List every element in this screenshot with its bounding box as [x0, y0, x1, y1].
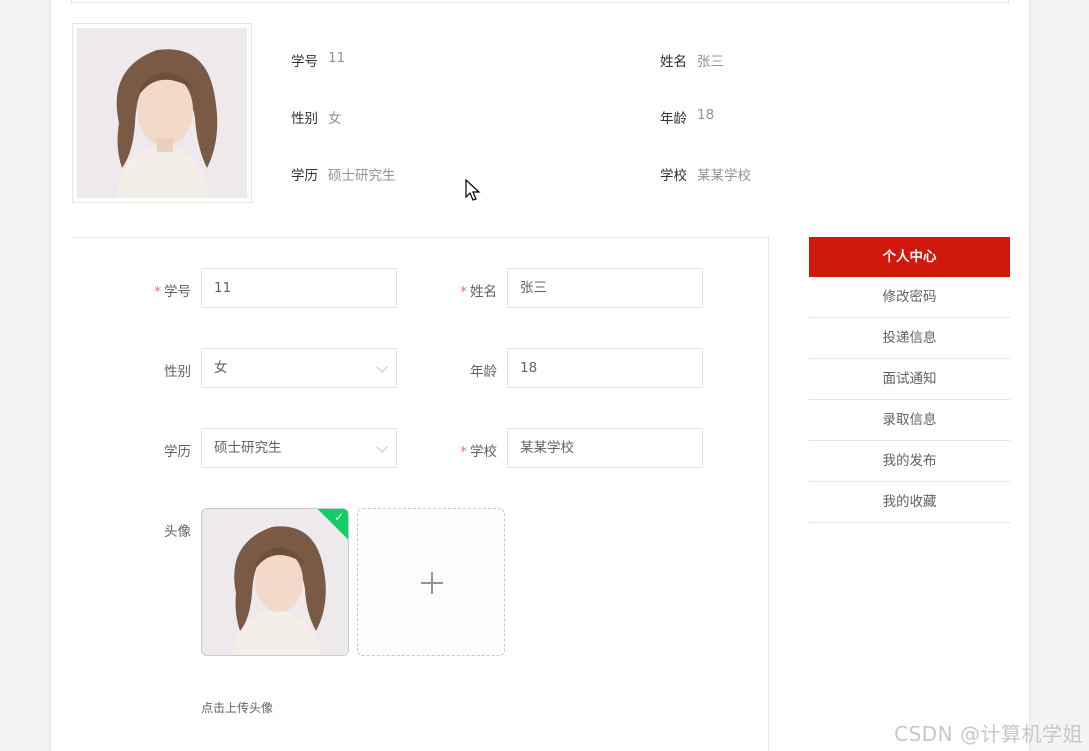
- avatar-label: 头像: [101, 520, 191, 540]
- profile-form: * 学号 11 * 姓名 张三 性别 女 年龄 18 学历 硕士研究生 * 学校…: [71, 237, 769, 751]
- info-value: 某某学校: [697, 168, 751, 184]
- education-select[interactable]: 硕士研究生: [201, 428, 397, 468]
- info-gender: 性别 女: [291, 107, 342, 127]
- info-label: 学校: [660, 168, 687, 184]
- required-mark: *: [460, 284, 467, 300]
- upload-tip: 点击上传头像: [201, 701, 274, 715]
- label-text: 学历: [164, 444, 191, 460]
- info-label: 学历: [291, 168, 318, 184]
- select-value: 硕士研究生: [214, 440, 282, 456]
- name-label: * 姓名: [407, 280, 497, 300]
- input-value: 张三: [520, 280, 547, 296]
- required-mark: *: [460, 444, 467, 460]
- profile-photo-frame: [72, 23, 252, 203]
- info-label: 性别: [291, 111, 318, 127]
- info-label: 姓名: [660, 54, 687, 70]
- profile-photo: [77, 28, 247, 198]
- uploaded-avatar[interactable]: ✓: [201, 508, 349, 656]
- chevron-down-icon: [376, 441, 388, 453]
- menu-item-change-password[interactable]: 修改密码: [809, 277, 1010, 318]
- required-mark: *: [154, 284, 161, 300]
- info-student-id: 学号 11: [291, 50, 345, 70]
- menu-item-applications[interactable]: 投递信息: [809, 318, 1010, 359]
- info-label: 学号: [291, 54, 318, 70]
- info-school: 学校 某某学校: [660, 164, 751, 184]
- label-text: 学校: [470, 444, 497, 460]
- top-divider: [71, 0, 1009, 3]
- student-id-label: * 学号: [101, 280, 191, 300]
- gender-select[interactable]: 女: [201, 348, 397, 388]
- menu-item-my-posts[interactable]: 我的发布: [809, 441, 1010, 482]
- label-text: 学号: [164, 284, 191, 300]
- mouse-cursor-icon: [465, 179, 481, 201]
- info-value: 张三: [697, 54, 724, 70]
- age-label: 年龄: [407, 360, 497, 380]
- school-label: * 学校: [407, 440, 497, 460]
- menu-item-personal-center[interactable]: 个人中心: [809, 237, 1010, 277]
- education-label: 学历: [101, 440, 191, 460]
- avatar-image: [202, 509, 348, 655]
- info-age: 年龄 18: [660, 107, 714, 127]
- side-menu: 个人中心 修改密码 投递信息 面试通知 录取信息 我的发布 我的收藏: [809, 237, 1010, 523]
- info-label: 年龄: [660, 111, 687, 127]
- watermark: CSDN @计算机学姐: [894, 722, 1083, 746]
- age-input[interactable]: 18: [507, 348, 703, 388]
- menu-item-admission-info[interactable]: 录取信息: [809, 400, 1010, 441]
- label-text: 姓名: [470, 284, 497, 300]
- plus-icon-vertical: [431, 572, 433, 594]
- label-text: 头像: [164, 524, 191, 540]
- input-value: 11: [214, 280, 232, 296]
- label-text: 年龄: [470, 364, 497, 380]
- label-text: 性别: [164, 364, 191, 380]
- student-id-input[interactable]: 11: [201, 268, 397, 308]
- info-value: 硕士研究生: [328, 168, 396, 184]
- info-name: 姓名 张三: [660, 50, 724, 70]
- info-value: 18: [697, 107, 715, 123]
- name-input[interactable]: 张三: [507, 268, 703, 308]
- gender-label: 性别: [101, 360, 191, 380]
- info-value: 女: [328, 111, 342, 127]
- info-education: 学历 硕士研究生: [291, 164, 396, 184]
- chevron-down-icon: [376, 361, 388, 373]
- profile-page: 学号 11 姓名 张三 性别 女 年龄 18 学历 硕士研究生 学校 某某学校 …: [50, 0, 1030, 751]
- select-value: 女: [214, 360, 228, 376]
- profile-info: 学号 11 姓名 张三 性别 女 年龄 18 学历 硕士研究生 学校 某某学校: [291, 50, 991, 190]
- avatar-upload-button[interactable]: [357, 508, 505, 656]
- check-icon: ✓: [333, 510, 344, 524]
- input-value: 某某学校: [520, 440, 574, 456]
- info-value: 11: [328, 50, 346, 66]
- menu-item-interview-notices[interactable]: 面试通知: [809, 359, 1010, 400]
- school-input[interactable]: 某某学校: [507, 428, 703, 468]
- menu-item-my-favorites[interactable]: 我的收藏: [809, 482, 1010, 523]
- input-value: 18: [520, 360, 538, 376]
